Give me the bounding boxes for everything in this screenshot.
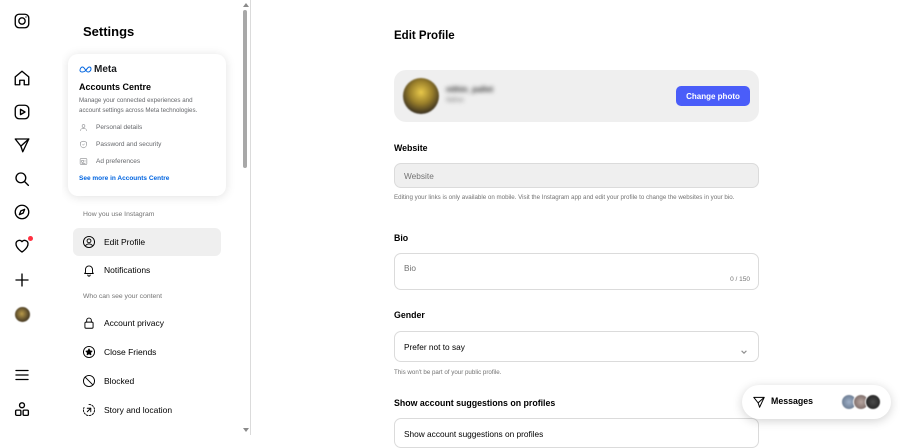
gender-selected-value: Prefer not to say [404,342,465,352]
direct-icon [752,395,766,409]
nav-item-label: Notifications [104,265,151,275]
nav-item-story-location[interactable]: Story and location [73,396,221,424]
nav-item-notifications[interactable]: Notifications [73,256,221,284]
reels-icon[interactable] [12,102,32,122]
website-helper-text: Editing your links is only available on … [394,194,735,201]
bio-char-count: 0 / 150 [730,276,750,283]
website-input[interactable]: Website [394,163,759,188]
message-avatars [841,394,883,410]
website-label: Website [394,143,428,153]
explore-icon[interactable] [12,202,32,222]
accounts-centre-title: Accounts Centre [79,82,152,92]
story-location-icon [83,403,95,417]
panel-divider [250,0,251,435]
suggestions-toggle-row[interactable]: Show account suggestions on profiles [394,418,759,448]
ac-item-label: Password and security [96,140,162,148]
nav-item-label: Blocked [104,376,135,386]
direct-icon[interactable] [12,135,32,155]
settings-panel: Settings Meta Accounts Centre Manage you… [62,0,252,435]
nav-item-label: Edit Profile [104,237,146,247]
nav-item-label: Close Friends [104,347,157,357]
search-icon[interactable] [12,169,32,189]
menu-icon[interactable] [12,365,32,385]
nav-item-blocked[interactable]: Blocked [73,367,221,395]
meta-infinity-icon [79,66,92,73]
settings-scrollbar[interactable] [242,0,250,435]
ac-item-password-security[interactable]: Password and security [79,138,215,150]
left-nav-rail [0,0,44,435]
lock-icon [84,317,94,329]
settings-title: Settings [83,24,135,39]
scroll-down-arrow-icon[interactable] [243,428,249,432]
gender-select[interactable]: Prefer not to say [394,331,759,362]
person-icon [80,123,87,131]
section-label-how-you-use: How you use Instagram [83,211,155,218]
ac-item-personal-details[interactable]: Personal details [79,121,215,133]
threads-more-icon[interactable] [12,399,32,419]
profile-card: nithin_pallet Nithin Change photo [394,70,759,122]
messages-button[interactable]: Messages [742,385,891,419]
home-icon[interactable] [12,68,32,88]
instagram-logo-icon[interactable] [12,11,32,31]
profile-avatar-icon[interactable] [12,304,32,324]
avatar[interactable] [403,78,439,114]
scroll-up-arrow-icon[interactable] [243,3,249,7]
meta-logo: Meta [79,63,215,75]
gender-helper-text: This won't be part of your public profil… [394,369,502,376]
chevron-down-icon [740,343,748,354]
bio-placeholder: Bio [404,263,416,273]
ac-item-ad-preferences[interactable]: Ad preferences [79,155,215,167]
accounts-centre-card[interactable]: Meta Accounts Centre Manage your connect… [68,54,226,196]
suggestions-label: Show account suggestions on profiles [394,398,556,408]
section-label-who-can-see: Who can see your content [83,293,162,300]
nav-item-edit-profile[interactable]: Edit Profile [73,228,221,256]
accounts-centre-description: Manage your connected experiences and ac… [79,97,198,114]
user-circle-icon [82,235,96,249]
star-circle-icon [82,345,96,359]
gender-label: Gender [394,310,425,320]
nav-item-label: Story and location [104,405,173,415]
blocked-icon [82,374,96,388]
edit-profile-form: Edit Profile nithin_pallet Nithin Change… [394,0,760,448]
page-title: Edit Profile [394,30,455,42]
create-icon[interactable] [12,270,32,290]
bell-icon [84,265,94,277]
notification-dot [28,236,33,241]
change-photo-button[interactable]: Change photo [676,86,750,106]
heart-icon[interactable] [12,236,33,256]
ac-item-label: Personal details [96,123,143,131]
see-more-accounts-centre-link[interactable]: See more in Accounts Centre [79,175,215,182]
avatar [865,394,881,410]
profile-fullname: Nithin [446,97,464,104]
suggestions-row-text: Show account suggestions on profiles [404,429,544,439]
scroll-thumb[interactable] [243,10,247,168]
ac-item-label: Ad preferences [96,157,141,165]
bio-label: Bio [394,233,409,243]
newspaper-icon [79,157,88,165]
nav-item-label: Account privacy [104,318,164,328]
meta-brand-text: Meta [94,63,117,75]
messages-label: Messages [771,396,814,406]
website-placeholder: Website [404,170,434,181]
shield-icon [80,140,87,148]
nav-item-close-friends[interactable]: Close Friends [73,338,221,366]
bio-textarea[interactable]: Bio 0 / 150 [394,253,759,290]
profile-username: nithin_pallet [446,85,494,94]
nav-item-account-privacy[interactable]: Account privacy [73,309,221,337]
